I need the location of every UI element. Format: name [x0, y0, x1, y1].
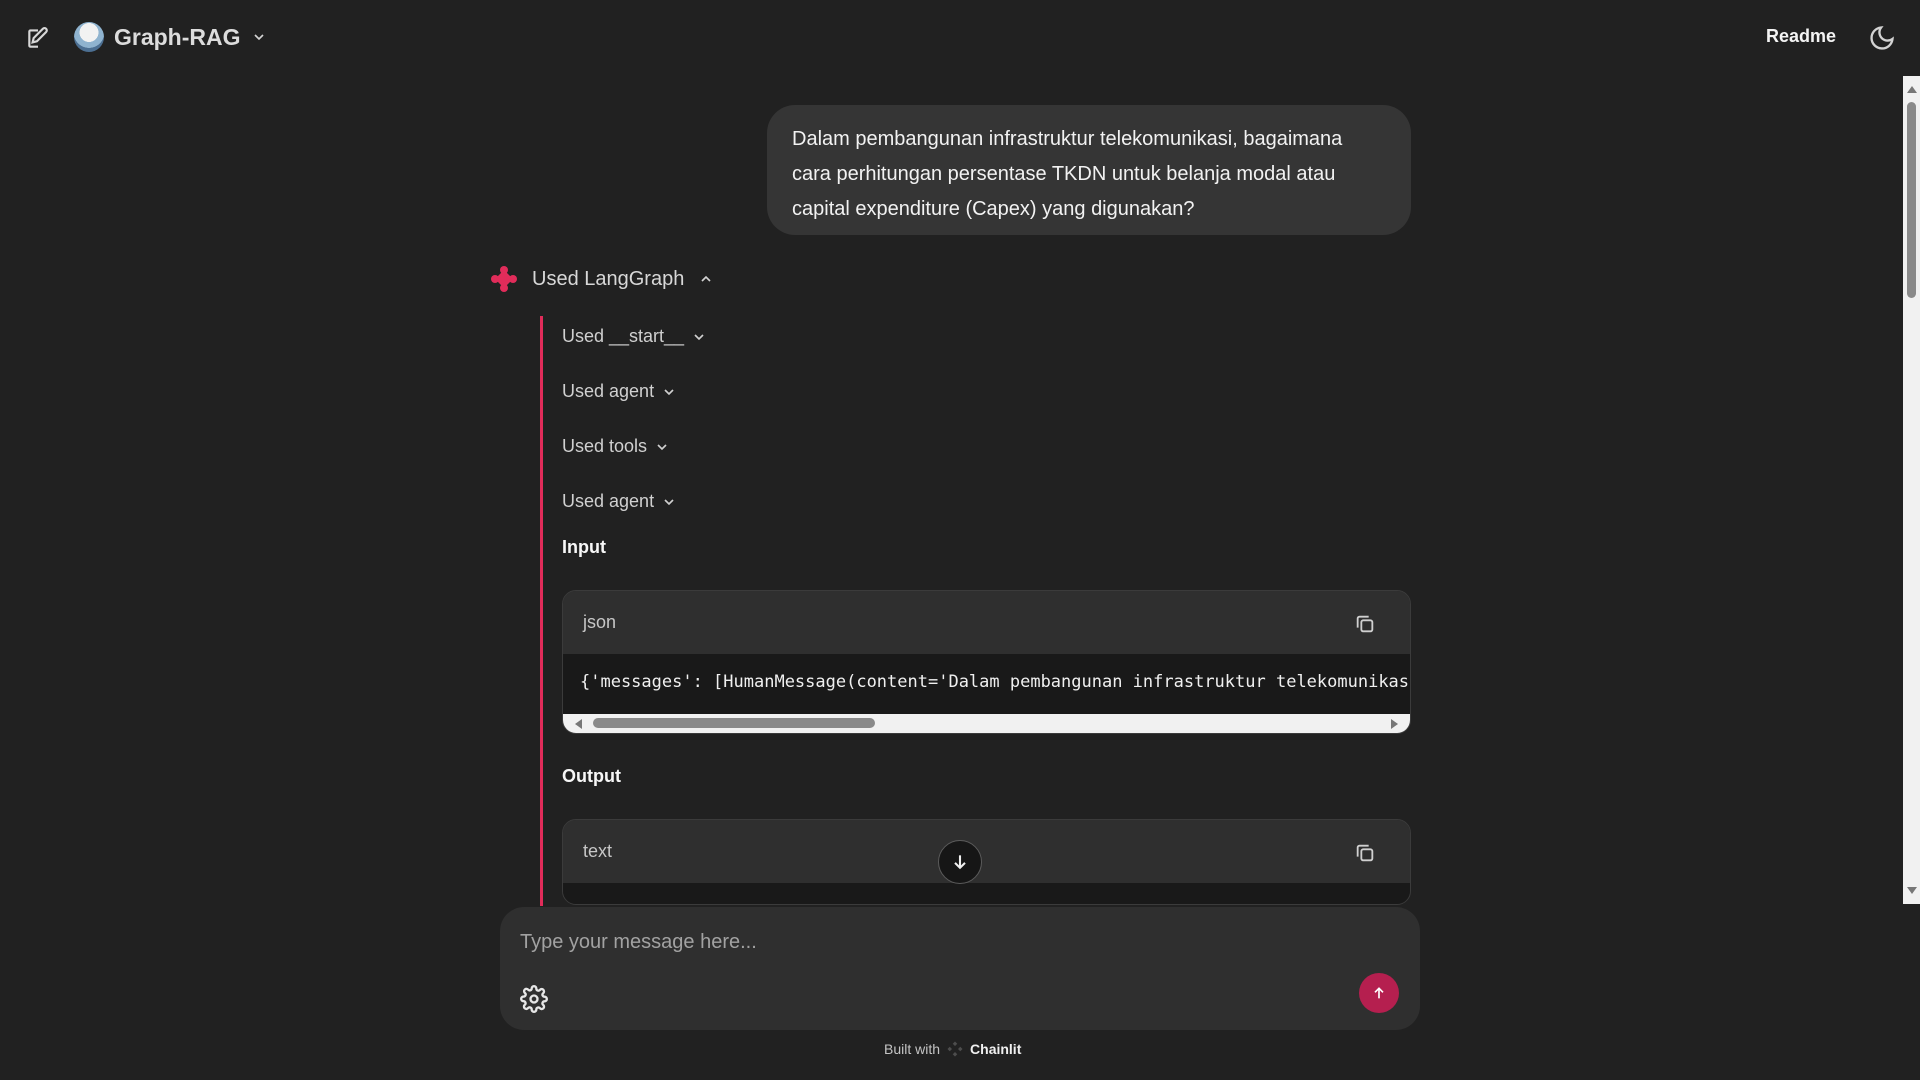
input-code-block: json {'messages': [HumanMessage(content=…: [562, 590, 1411, 734]
moon-icon[interactable]: [1868, 24, 1896, 52]
langgraph-label: Used LangGraph: [532, 267, 685, 290]
scroll-right-arrow-icon[interactable]: [1391, 719, 1398, 729]
scroll-thumb[interactable]: [1907, 102, 1916, 298]
step-start[interactable]: Used __start__: [562, 326, 707, 347]
step-label: Used tools: [562, 436, 648, 456]
step-label: Used agent: [562, 381, 655, 401]
arrow-up-icon: [1374, 987, 1384, 999]
chevron-down-icon: [664, 498, 674, 505]
message-composer: [500, 907, 1420, 1030]
profile-dropdown[interactable]: Graph-RAG: [74, 22, 267, 52]
readme-link[interactable]: Readme: [1766, 26, 1836, 47]
step-timeline-line: [540, 316, 543, 906]
scroll-left-arrow-icon[interactable]: [575, 719, 582, 729]
output-code-content: [563, 883, 1410, 904]
app-name: Graph-RAG: [114, 23, 241, 50]
input-language-label: json: [583, 612, 617, 632]
copy-icon[interactable]: [1354, 613, 1376, 635]
horizontal-scrollbar[interactable]: [563, 714, 1410, 733]
step-label: Used agent: [562, 491, 655, 511]
chevron-down-icon: [253, 34, 264, 41]
chevron-down-icon: [657, 443, 667, 450]
scroll-to-bottom-button[interactable]: [938, 840, 982, 884]
horizontal-scroll-thumb[interactable]: [593, 718, 875, 728]
output-code-header: text: [563, 820, 1410, 883]
input-code-content: {'messages': [HumanMessage(content='Dala…: [563, 654, 1410, 714]
scroll-up-arrow-icon[interactable]: [1907, 86, 1917, 93]
user-message: Dalam pembangunan infrastruktur telekomu…: [767, 105, 1411, 235]
langgraph-icon: [491, 266, 517, 292]
send-button[interactable]: [1359, 973, 1399, 1013]
copy-icon[interactable]: [1354, 842, 1376, 864]
input-code-header: json: [563, 591, 1410, 654]
step-agent-1[interactable]: Used agent: [562, 381, 677, 402]
message-input[interactable]: [520, 925, 1310, 959]
avatar: [74, 22, 104, 52]
vertical-scrollbar[interactable]: [1903, 76, 1920, 904]
chevron-up-icon: [701, 275, 711, 282]
step-agent-2[interactable]: Used agent: [562, 491, 677, 512]
built-with-label: Built with: [884, 1041, 941, 1057]
input-heading: Input: [562, 537, 606, 557]
output-heading: Output: [562, 766, 621, 786]
chevron-down-icon: [694, 333, 704, 340]
arrow-down-icon: [954, 855, 966, 870]
chevron-down-icon: [664, 388, 674, 395]
scroll-down-arrow-icon[interactable]: [1907, 887, 1917, 894]
built-with-footer[interactable]: Built with Chainlit: [884, 1040, 1021, 1058]
langgraph-toggle[interactable]: Used LangGraph: [490, 265, 714, 293]
step-label: Used __start__: [562, 326, 685, 346]
edit-icon[interactable]: [24, 24, 52, 52]
top-header: Graph-RAG Readme: [0, 0, 1920, 74]
chainlit-logo-icon: [947, 1041, 963, 1057]
output-language-label: text: [583, 841, 613, 861]
step-tools[interactable]: Used tools: [562, 436, 670, 457]
output-code-block: text: [562, 819, 1411, 905]
settings-icon[interactable]: [520, 985, 548, 1013]
chainlit-brand: Chainlit: [970, 1041, 1022, 1057]
